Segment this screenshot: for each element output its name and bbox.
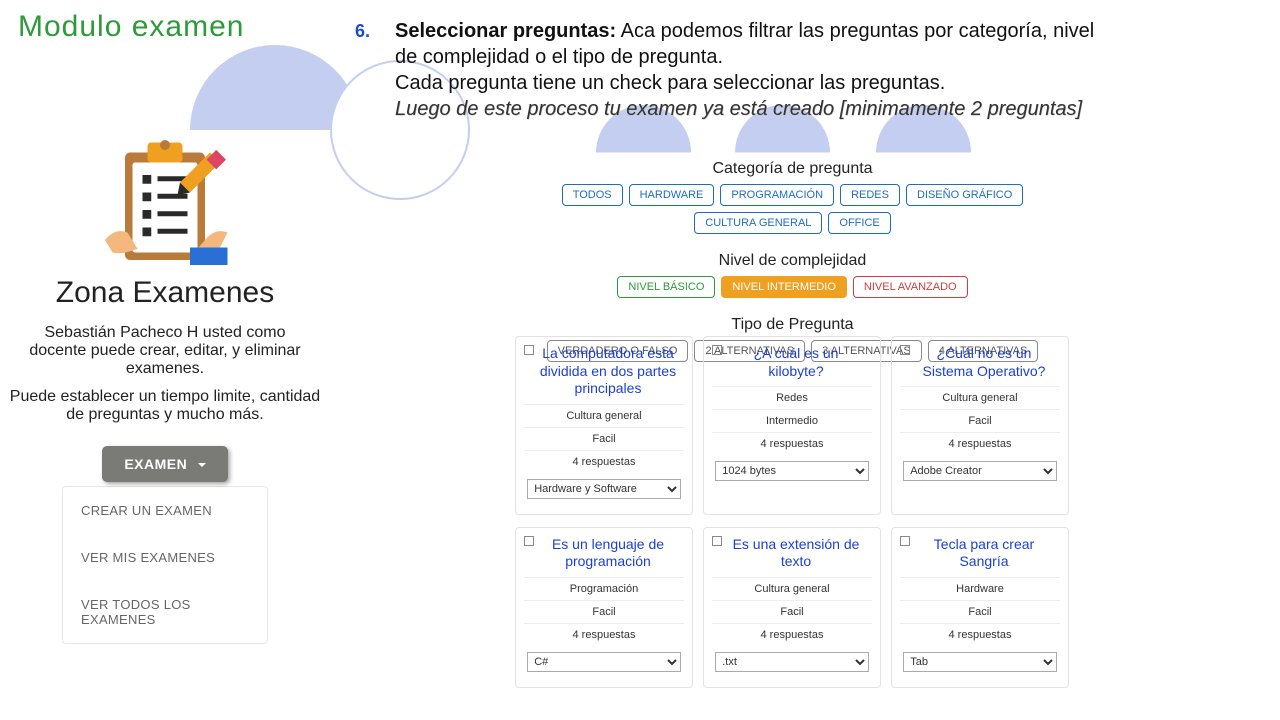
question-category: Hardware — [900, 577, 1060, 600]
instruction-block: 6. Seleccionar preguntas: Aca podemos fi… — [355, 18, 1095, 122]
zone-title: Zona Examenes — [0, 276, 330, 310]
question-answer-select[interactable]: 1024 bytes — [715, 461, 869, 481]
sidebar: Zona Examenes Sebastián Pacheco H usted … — [0, 130, 330, 644]
question-card: Tecla para crear SangríaHardwareFacil4 r… — [891, 527, 1069, 688]
question-level: Intermedio — [712, 409, 872, 432]
zone-desc-1: Sebastián Pacheco H usted como docente p… — [0, 324, 330, 388]
question-title: ¿Cuál no es un Sistema Operativo? — [900, 345, 1060, 386]
question-checkbox[interactable] — [712, 345, 722, 355]
question-level: Facil — [524, 427, 684, 450]
category-pill[interactable]: CULTURA GENERAL — [694, 212, 822, 234]
menu-crear-examen[interactable]: CREAR UN EXAMEN — [63, 487, 267, 534]
question-responses: 4 respuestas — [712, 623, 872, 646]
category-pill[interactable]: REDES — [840, 184, 900, 206]
instruction-line2: Cada pregunta tiene un check para selecc… — [395, 72, 945, 94]
level-label: Nivel de complejidad — [520, 252, 1065, 270]
question-title: Es una extensión de texto — [712, 536, 872, 577]
question-answer-select[interactable]: Adobe Creator — [903, 461, 1057, 481]
question-category: Programación — [524, 577, 684, 600]
level-pill[interactable]: NIVEL INTERMEDIO — [721, 276, 847, 298]
question-card: ¿A cuál es un kilobyte?RedesIntermedio4 … — [703, 336, 881, 515]
question-answer-select[interactable]: .txt — [715, 652, 869, 672]
category-pill[interactable]: PROGRAMACIÓN — [720, 184, 834, 206]
examen-button-label: EXAMEN — [124, 456, 187, 472]
chevron-down-icon — [198, 463, 206, 467]
question-level: Facil — [712, 600, 872, 623]
question-checkbox[interactable] — [900, 536, 910, 546]
question-category: Cultura general — [900, 386, 1060, 409]
question-responses: 4 respuestas — [712, 432, 872, 455]
step-number: 6. — [355, 20, 370, 43]
question-title: Tecla para crear Sangría — [900, 536, 1060, 577]
question-responses: 4 respuestas — [900, 432, 1060, 455]
menu-ver-mis-examenes[interactable]: VER MIS EXAMENES — [63, 534, 267, 581]
type-label: Tipo de Pregunta — [520, 316, 1065, 334]
question-card: Es un lenguaje de programaciónProgramaci… — [515, 527, 693, 688]
category-label: Categoría de pregunta — [520, 160, 1065, 178]
question-category: Cultura general — [524, 404, 684, 427]
question-checkbox[interactable] — [524, 536, 534, 546]
question-level: Facil — [900, 600, 1060, 623]
question-checkbox[interactable] — [524, 345, 534, 355]
question-level: Facil — [524, 600, 684, 623]
question-answer-select[interactable]: Hardware y Software — [527, 479, 681, 499]
category-pill[interactable]: OFFICE — [828, 212, 890, 234]
instruction-bold: Seleccionar preguntas: — [395, 20, 616, 42]
question-category: Cultura general — [712, 577, 872, 600]
app-title: Modulo examen — [18, 10, 244, 44]
category-pill[interactable]: HARDWARE — [629, 184, 715, 206]
zone-desc-2: Puede establecer un tiempo limite, canti… — [0, 388, 330, 446]
instruction-italic: Luego de este proceso tu examen ya está … — [395, 98, 1082, 120]
examen-dropdown: CREAR UN EXAMEN VER MIS EXAMENES VER TOD… — [62, 486, 268, 644]
level-pill[interactable]: NIVEL AVANZADO — [853, 276, 968, 298]
question-card: Es una extensión de textoCultura general… — [703, 527, 881, 688]
question-title: ¿A cuál es un kilobyte? — [712, 345, 872, 386]
menu-ver-todos-examenes[interactable]: VER TODOS LOS EXAMENES — [63, 581, 267, 643]
question-responses: 4 respuestas — [524, 450, 684, 473]
questions-grid: La computadora está dividida en dos part… — [515, 336, 1075, 688]
question-responses: 4 respuestas — [900, 623, 1060, 646]
clipboard-icon — [90, 130, 240, 270]
question-level: Facil — [900, 409, 1060, 432]
question-category: Redes — [712, 386, 872, 409]
category-pill[interactable]: DISEÑO GRÁFICO — [906, 184, 1023, 206]
category-pill[interactable]: TODOS — [562, 184, 623, 206]
question-answer-select[interactable]: C# — [527, 652, 681, 672]
question-checkbox[interactable] — [900, 345, 910, 355]
level-pill[interactable]: NIVEL BÁSICO — [617, 276, 715, 298]
question-card: La computadora está dividida en dos part… — [515, 336, 693, 515]
question-card: ¿Cuál no es un Sistema Operativo?Cultura… — [891, 336, 1069, 515]
question-title: Es un lenguaje de programación — [524, 536, 684, 577]
question-title: La computadora está dividida en dos part… — [524, 345, 684, 404]
question-responses: 4 respuestas — [524, 623, 684, 646]
question-answer-select[interactable]: Tab — [903, 652, 1057, 672]
question-checkbox[interactable] — [712, 536, 722, 546]
examen-button[interactable]: EXAMEN — [102, 446, 227, 482]
